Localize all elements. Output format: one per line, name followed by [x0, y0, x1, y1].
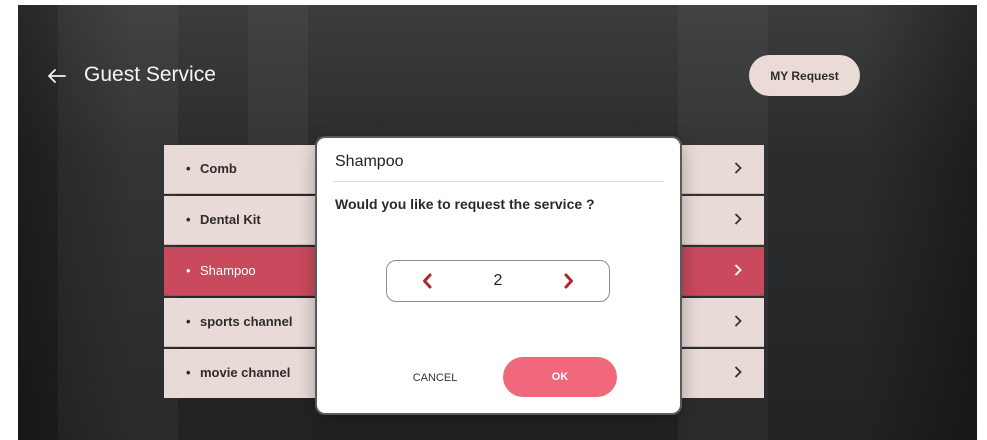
bullet: • — [186, 161, 191, 176]
list-item-label: Shampoo — [200, 263, 256, 278]
list-item-label: Dental Kit — [200, 212, 261, 227]
page-title: Guest Service — [84, 63, 216, 86]
dialog-question: Would you like to request the service ? — [335, 196, 595, 212]
list-item-label: sports channel — [200, 314, 293, 329]
quantity-stepper: 2 — [386, 260, 610, 302]
chevron-right-icon — [734, 196, 742, 244]
chevron-right-icon — [564, 273, 573, 289]
background-scene: Guest Service MY Request • Comb • Dental K… — [18, 5, 977, 440]
chevron-right-icon — [734, 247, 742, 295]
bullet: • — [186, 263, 191, 278]
bullet: • — [186, 314, 191, 329]
bullet: • — [186, 365, 191, 380]
back-button[interactable] — [46, 61, 68, 89]
list-item-label: Comb — [200, 161, 237, 176]
arrow-left-icon — [48, 69, 66, 84]
increment-button[interactable] — [549, 261, 589, 301]
chevron-right-icon — [734, 298, 742, 346]
dialog-title: Shampoo — [335, 153, 404, 170]
chevron-right-icon — [734, 145, 742, 193]
list-item-label: movie channel — [200, 365, 291, 380]
dialog-divider — [333, 181, 664, 182]
cancel-button[interactable]: CANCEL — [393, 360, 477, 396]
decor-panel — [248, 5, 308, 165]
ok-button[interactable]: OK — [503, 357, 617, 397]
request-dialog: Shampoo Would you like to request the se… — [317, 138, 680, 413]
chevron-right-icon — [734, 349, 742, 397]
decrement-button[interactable] — [407, 261, 447, 301]
bullet: • — [186, 212, 191, 227]
quantity-value: 2 — [493, 272, 503, 289]
chevron-left-icon — [423, 273, 432, 289]
my-request-button[interactable]: MY Request — [749, 55, 860, 96]
